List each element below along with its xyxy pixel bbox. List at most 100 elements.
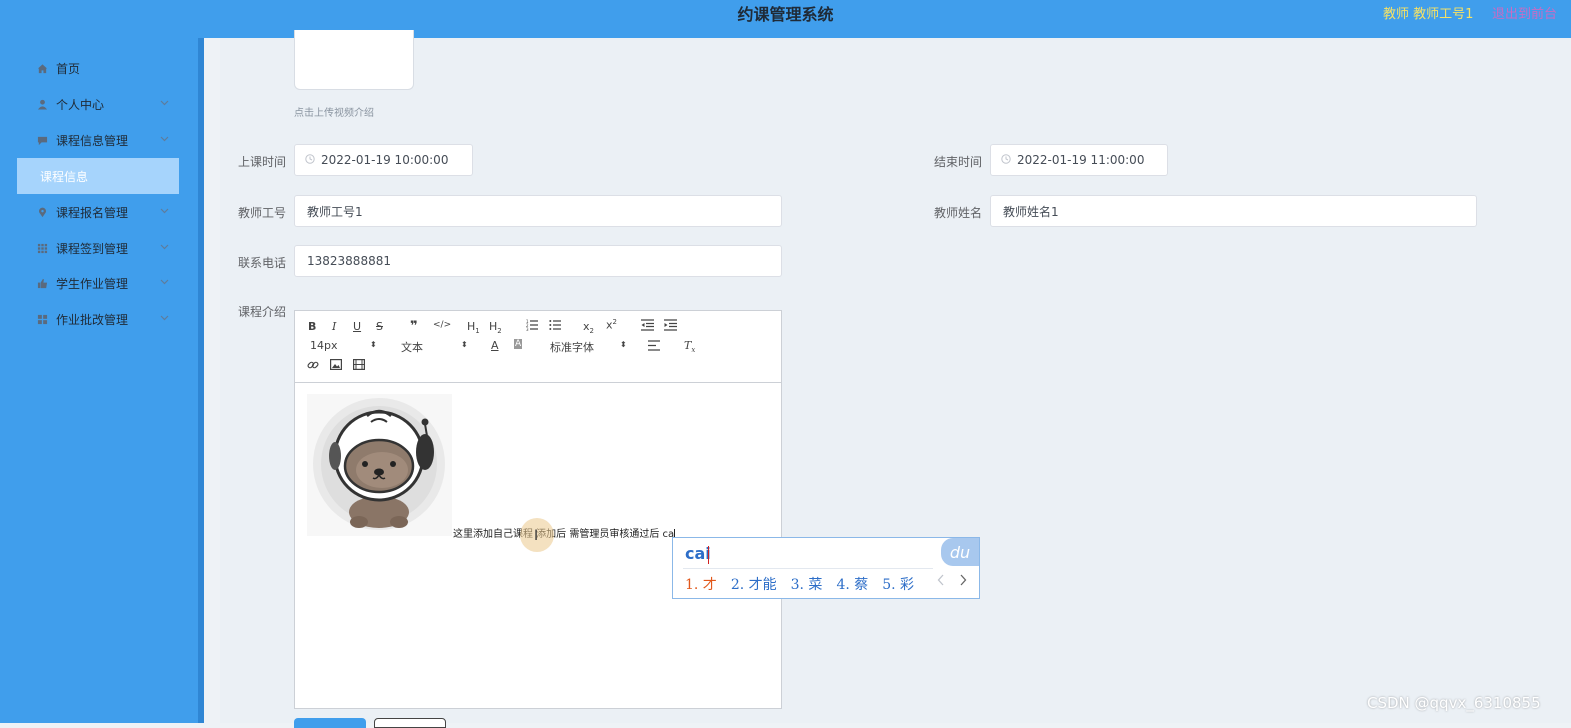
- editor-content-text: 这里添加自己课程 添加后 需管理员审核通过后 ca: [453, 525, 676, 540]
- heading2-icon[interactable]: H2: [489, 320, 502, 335]
- sidebar-item-grading[interactable]: 作业批改管理: [0, 301, 198, 337]
- blockquote-icon[interactable]: ❞: [410, 319, 418, 334]
- underline-icon[interactable]: U: [353, 320, 361, 333]
- ime-candidates: 1. 才 2. 才能 3. 菜 4. 蔡 5. 彩: [685, 574, 928, 594]
- start-time-input[interactable]: 2022-01-19 10:00:00: [294, 144, 473, 176]
- ime-prev-page-icon[interactable]: [937, 574, 945, 590]
- grid-icon: [36, 242, 48, 254]
- chevron-down-icon: [160, 207, 169, 217]
- astronaut-bear-image[interactable]: [307, 394, 452, 536]
- teacher-id-input[interactable]: 教师工号1: [294, 195, 782, 227]
- rich-text-editor[interactable]: B I U S ❞ </> H1 H2 123 x2 x2 14px ⬍ 文本 …: [294, 310, 782, 709]
- superscript-icon[interactable]: x2: [606, 318, 617, 332]
- align-icon[interactable]: [648, 340, 660, 354]
- ime-next-page-icon[interactable]: [959, 574, 967, 590]
- sidebar-item-label: 课程报名管理: [56, 205, 129, 220]
- submit-button[interactable]: [294, 718, 366, 728]
- phone-label: 联系电话: [238, 256, 287, 270]
- sidebar-item-label: 学生作业管理: [56, 276, 129, 291]
- chevron-down-icon: [160, 99, 169, 109]
- chevron-down-icon: [160, 243, 169, 253]
- image-icon[interactable]: [330, 359, 343, 373]
- code-block-icon[interactable]: </>: [433, 320, 451, 330]
- block-type-select[interactable]: 文本 ⬍: [401, 339, 469, 355]
- sidebar-item-checkin[interactable]: 课程签到管理: [0, 230, 198, 266]
- sidebar-subitem-course-info[interactable]: 课程信息: [17, 158, 179, 194]
- intro-label: 课程介绍: [238, 305, 287, 319]
- sidebar-item-personal-center[interactable]: 个人中心: [0, 86, 198, 122]
- end-time-input[interactable]: 2022-01-19 11:00:00: [990, 144, 1168, 176]
- font-color-icon[interactable]: A: [491, 339, 499, 352]
- chevron-down-icon: [160, 314, 169, 324]
- select-arrows-icon: ⬍: [461, 340, 468, 349]
- end-time-value: 2022-01-19 11:00:00: [1017, 153, 1145, 167]
- sidebar-item-label: 首页: [56, 61, 81, 76]
- heading1-icon[interactable]: H1: [467, 320, 480, 335]
- teacher-name-value: 教师姓名1: [1003, 204, 1059, 219]
- ime-candidate-popup[interactable]: cai du 1. 才 2. 才能 3. 菜 4. 蔡 5. 彩: [672, 537, 980, 599]
- app-title: 约课管理系统: [737, 5, 834, 24]
- indent-icon[interactable]: [664, 319, 677, 334]
- sidebar-item-home[interactable]: 首页: [0, 50, 198, 86]
- sidebar-item-homework[interactable]: 学生作业管理: [0, 265, 198, 301]
- ime-candidate-5[interactable]: 5. 彩: [882, 577, 914, 593]
- cancel-button[interactable]: [374, 718, 446, 728]
- chevron-down-icon: [160, 135, 169, 145]
- start-time-label: 上课时间: [238, 155, 287, 169]
- sidebar-item-label: 课程签到管理: [56, 241, 129, 256]
- sidebar-item-label: 个人中心: [56, 97, 105, 112]
- font-family-value: 标准字体: [550, 341, 594, 354]
- outdent-icon[interactable]: [641, 319, 654, 334]
- ime-candidate-1[interactable]: 1. 才: [685, 577, 717, 593]
- font-size-value: 14px: [310, 339, 338, 352]
- teacher-id-value: 教师工号1: [307, 204, 363, 219]
- sidebar-item-label: 作业批改管理: [56, 312, 129, 327]
- bullet-list-icon[interactable]: [549, 319, 562, 334]
- end-time-label: 结束时间: [934, 155, 983, 169]
- upload-tip: 点击上传视频介绍: [294, 108, 374, 119]
- chat-icon: [36, 134, 48, 146]
- clock-icon: [1001, 153, 1011, 167]
- video-icon[interactable]: [353, 359, 366, 373]
- sidebar-item-label: 课程信息管理: [56, 133, 129, 148]
- ime-candidate-3[interactable]: 3. 菜: [791, 577, 823, 593]
- teacher-id-label: 教师工号: [238, 206, 287, 220]
- teacher-name-input[interactable]: 教师姓名1: [990, 195, 1477, 227]
- ime-candidate-4[interactable]: 4. 蔡: [836, 577, 868, 593]
- thumb-icon: [36, 277, 48, 289]
- clock-icon: [305, 153, 315, 167]
- background-color-icon[interactable]: A: [514, 339, 523, 349]
- strike-icon[interactable]: S: [376, 320, 383, 333]
- ime-composition: cai: [685, 544, 711, 563]
- clear-format-icon[interactable]: Tx: [684, 339, 695, 354]
- sidebar-item-course-info[interactable]: 课程信息管理: [0, 122, 198, 158]
- ordered-list-icon[interactable]: 123: [526, 319, 539, 334]
- bold-icon[interactable]: B: [308, 320, 316, 333]
- phone-value: 13823888881: [307, 254, 391, 268]
- current-user: 教师 教师工号1: [1383, 7, 1474, 22]
- home-icon: [36, 62, 48, 74]
- ime-caret: [708, 546, 709, 564]
- start-time-value: 2022-01-19 10:00:00: [321, 153, 449, 167]
- sidebar-item-enrollment[interactable]: 课程报名管理: [0, 194, 198, 230]
- watermark: CSDN @qqvx_6310855: [1367, 694, 1541, 712]
- editor-toolbar: B I U S ❞ </> H1 H2 123 x2 x2 14px ⬍ 文本 …: [295, 311, 781, 383]
- ibeam-cursor-icon: I: [534, 528, 539, 544]
- ime-candidate-2[interactable]: 2. 才能: [731, 577, 777, 593]
- select-arrows-icon: ⬍: [620, 340, 627, 349]
- subscript-icon[interactable]: x2: [583, 320, 594, 335]
- editor-text-value: 这里添加自己课程 添加后 需管理员审核通过后 ca: [453, 529, 675, 540]
- font-family-select[interactable]: 标准字体 ⬍: [550, 339, 628, 355]
- font-size-select[interactable]: 14px ⬍: [310, 339, 378, 352]
- exit-to-front-link[interactable]: 退出到前台: [1492, 0, 1557, 30]
- select-arrows-icon: ⬍: [370, 340, 377, 349]
- baidu-ime-logo: du: [941, 538, 979, 566]
- user-icon: [36, 98, 48, 110]
- ime-divider: [683, 568, 933, 569]
- phone-input[interactable]: 13823888881: [294, 245, 782, 277]
- video-upload-box[interactable]: [294, 30, 414, 90]
- sidebar-subitem-label: 课程信息: [40, 169, 89, 184]
- link-icon[interactable]: [307, 359, 319, 374]
- top-header: 约课管理系统 教师 教师工号1 退出到前台: [0, 0, 1571, 38]
- italic-icon[interactable]: I: [332, 320, 336, 333]
